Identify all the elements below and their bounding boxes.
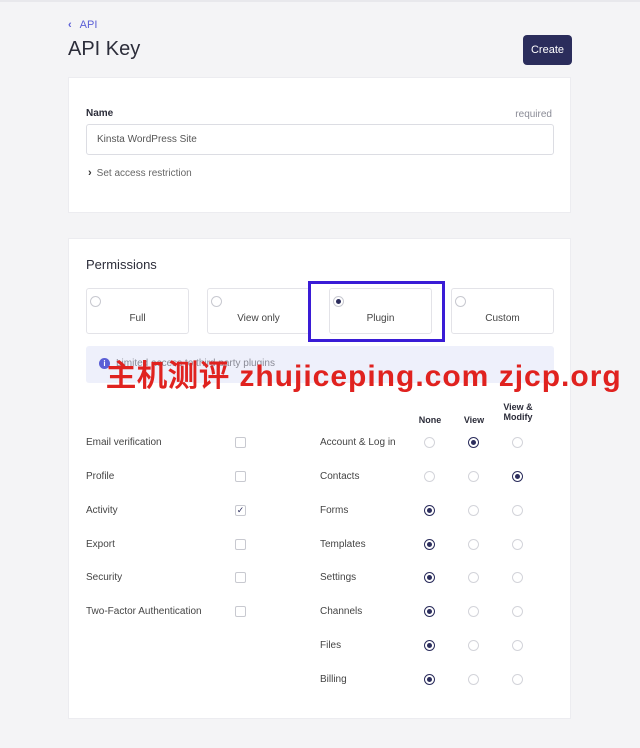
permission-radio[interactable]	[468, 437, 479, 448]
permissions-title: Permissions	[86, 257, 157, 272]
permission-radio[interactable]	[468, 505, 479, 516]
back-link-label: API	[79, 19, 98, 31]
left-item-label: Activity	[86, 505, 118, 516]
permission-radio[interactable]	[424, 505, 435, 516]
access-restriction-toggle[interactable]: › Set access restriction	[88, 167, 192, 179]
permission-radio[interactable]	[512, 606, 523, 617]
permission-row-label: Forms	[320, 505, 349, 516]
permission-radio[interactable]	[512, 674, 523, 685]
left-item-label: Profile	[86, 471, 115, 482]
permission-radio[interactable]	[424, 606, 435, 617]
left-item-checkbox[interactable]	[235, 471, 246, 482]
create-button[interactable]: Create	[523, 35, 572, 65]
permission-radio[interactable]	[424, 640, 435, 651]
option-view-only-radio[interactable]	[211, 296, 222, 307]
watermark-text: 主机测评 zhujiceping.com zjcp.org	[106, 360, 622, 393]
permission-radio[interactable]	[424, 539, 435, 550]
chevron-left-icon: ‹	[68, 19, 72, 31]
permission-radio[interactable]	[512, 572, 523, 583]
left-item-checkbox[interactable]	[235, 437, 246, 448]
permission-row-label: Channels	[320, 606, 363, 617]
permission-radio[interactable]	[512, 640, 523, 651]
permission-radio[interactable]	[424, 471, 435, 482]
top-border	[0, 0, 640, 2]
permission-radio[interactable]	[468, 674, 479, 685]
permission-radio[interactable]	[424, 674, 435, 685]
permission-radio[interactable]	[468, 640, 479, 651]
left-item-label: Email verification	[86, 437, 162, 448]
option-view-only[interactable]: View only	[207, 288, 310, 334]
option-label: Full	[129, 313, 146, 324]
left-item-checkbox[interactable]	[235, 606, 246, 617]
column-header-view-modify: View & Modify	[503, 402, 533, 422]
permission-radio[interactable]	[468, 471, 479, 482]
option-label: Custom	[485, 313, 520, 324]
permission-radio[interactable]	[512, 471, 523, 482]
left-item-label: Two-Factor Authentication	[86, 606, 202, 617]
column-header-view: View	[463, 415, 485, 425]
access-restriction-label: Set access restriction	[96, 167, 192, 179]
option-custom-radio[interactable]	[455, 296, 466, 307]
permissions-card: Permissions Full View only Plugin Custom…	[68, 238, 621, 719]
required-label: required	[515, 109, 552, 120]
option-label: View only	[237, 313, 280, 324]
option-custom[interactable]: Custom	[451, 288, 554, 334]
permission-radio[interactable]	[512, 539, 523, 550]
option-full-radio[interactable]	[90, 296, 101, 307]
name-input[interactable]	[86, 124, 554, 155]
permission-radio[interactable]	[468, 539, 479, 550]
permission-radio[interactable]	[424, 572, 435, 583]
left-item-checkbox[interactable]	[235, 539, 246, 550]
left-item-checkbox-checked[interactable]: ✓	[235, 505, 246, 516]
permission-row-label: Files	[320, 640, 342, 651]
permission-row-label: Contacts	[320, 471, 360, 482]
chevron-right-icon: ›	[88, 167, 92, 179]
permission-radio[interactable]	[512, 437, 523, 448]
permission-radio[interactable]	[512, 505, 523, 516]
permission-row-label: Billing	[320, 674, 347, 685]
left-item-checkbox[interactable]	[235, 572, 246, 583]
left-item-label: Export	[86, 539, 115, 550]
permission-row-label: Settings	[320, 572, 357, 583]
name-card: Name required › Set access restriction	[68, 77, 571, 213]
option-full[interactable]: Full	[86, 288, 189, 334]
name-label: Name	[86, 108, 114, 119]
page-title: API Key	[68, 38, 141, 60]
permission-row-label: Account & Log in	[320, 437, 396, 448]
permission-radio[interactable]	[468, 572, 479, 583]
permission-row-label: Templates	[320, 539, 366, 550]
back-link[interactable]: ‹ API	[68, 19, 97, 31]
left-item-label: Security	[86, 572, 123, 583]
permission-radio[interactable]	[468, 606, 479, 617]
highlight-box	[308, 281, 445, 342]
column-header-none: None	[418, 415, 442, 425]
permission-radio[interactable]	[424, 437, 435, 448]
